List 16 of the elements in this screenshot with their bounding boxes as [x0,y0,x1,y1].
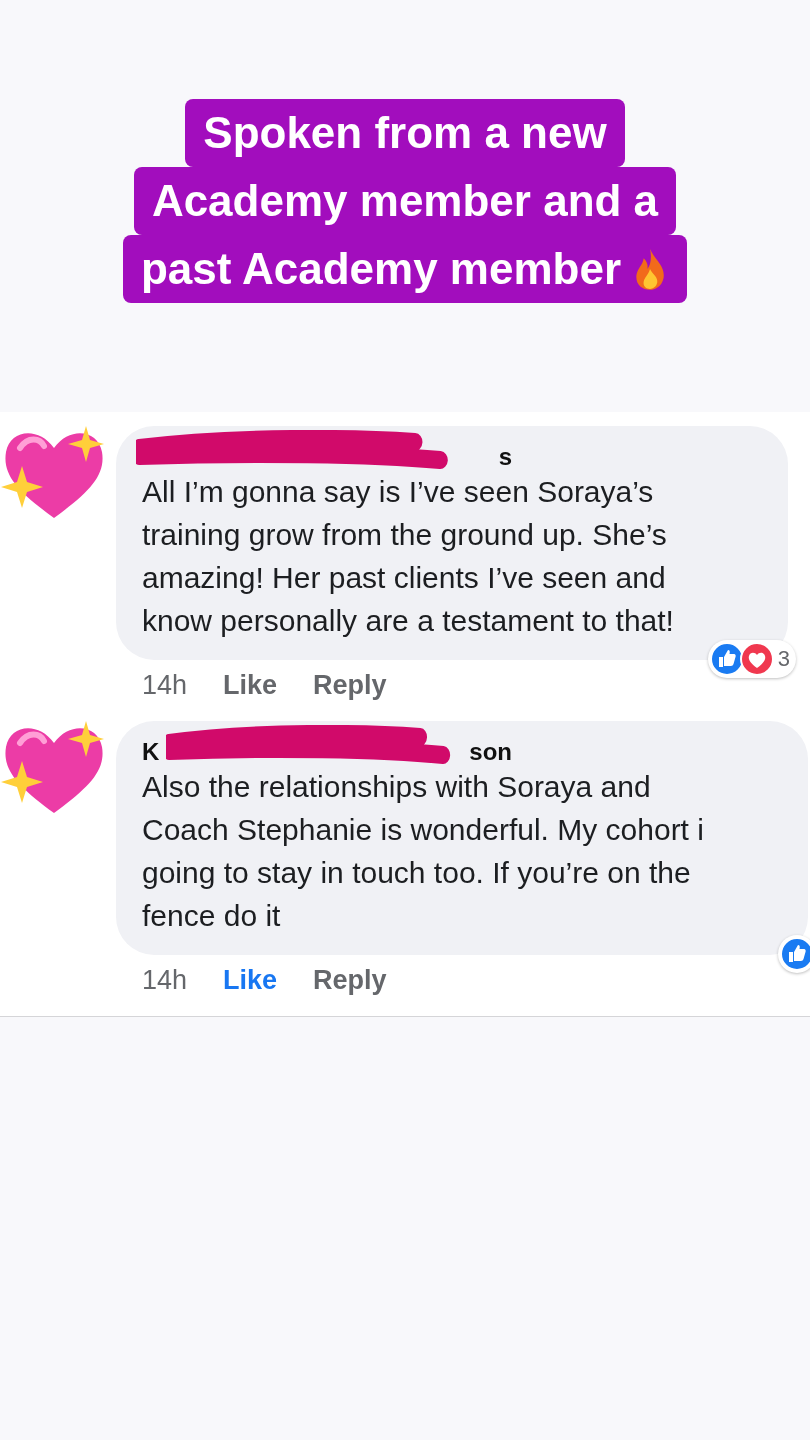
commenter-name: K [142,739,160,765]
comment-time: 14h [142,670,188,701]
reply-link[interactable]: Reply [313,670,387,701]
headline: Academy member and a [151,175,659,227]
like-link[interactable]: Like [223,965,278,996]
comment-text: Also the relationships with Soraya and Coach Stephanie is wonderful. My cohort i going to stay in touch too. If you’re on the fence do it [142,769,705,934]
reaction-count: 3 [777,646,790,672]
like-link[interactable]: Like [223,670,278,701]
comment-time: 14h [142,965,188,996]
headline: Spoken from a new [203,107,607,159]
reaction-badge[interactable]: 3 [707,640,796,678]
commenter-name: s [498,444,512,470]
commenter-name: son [469,739,512,765]
reply-link[interactable]: Reply [313,965,387,996]
headline: past Academy member [140,243,622,295]
comment-text: All I’m gonna say is I’ve seen Soraya’s training grow from the ground up. She’s amazing! Her past clients I’ve seen and know personally are a testament to that! [142,474,675,639]
